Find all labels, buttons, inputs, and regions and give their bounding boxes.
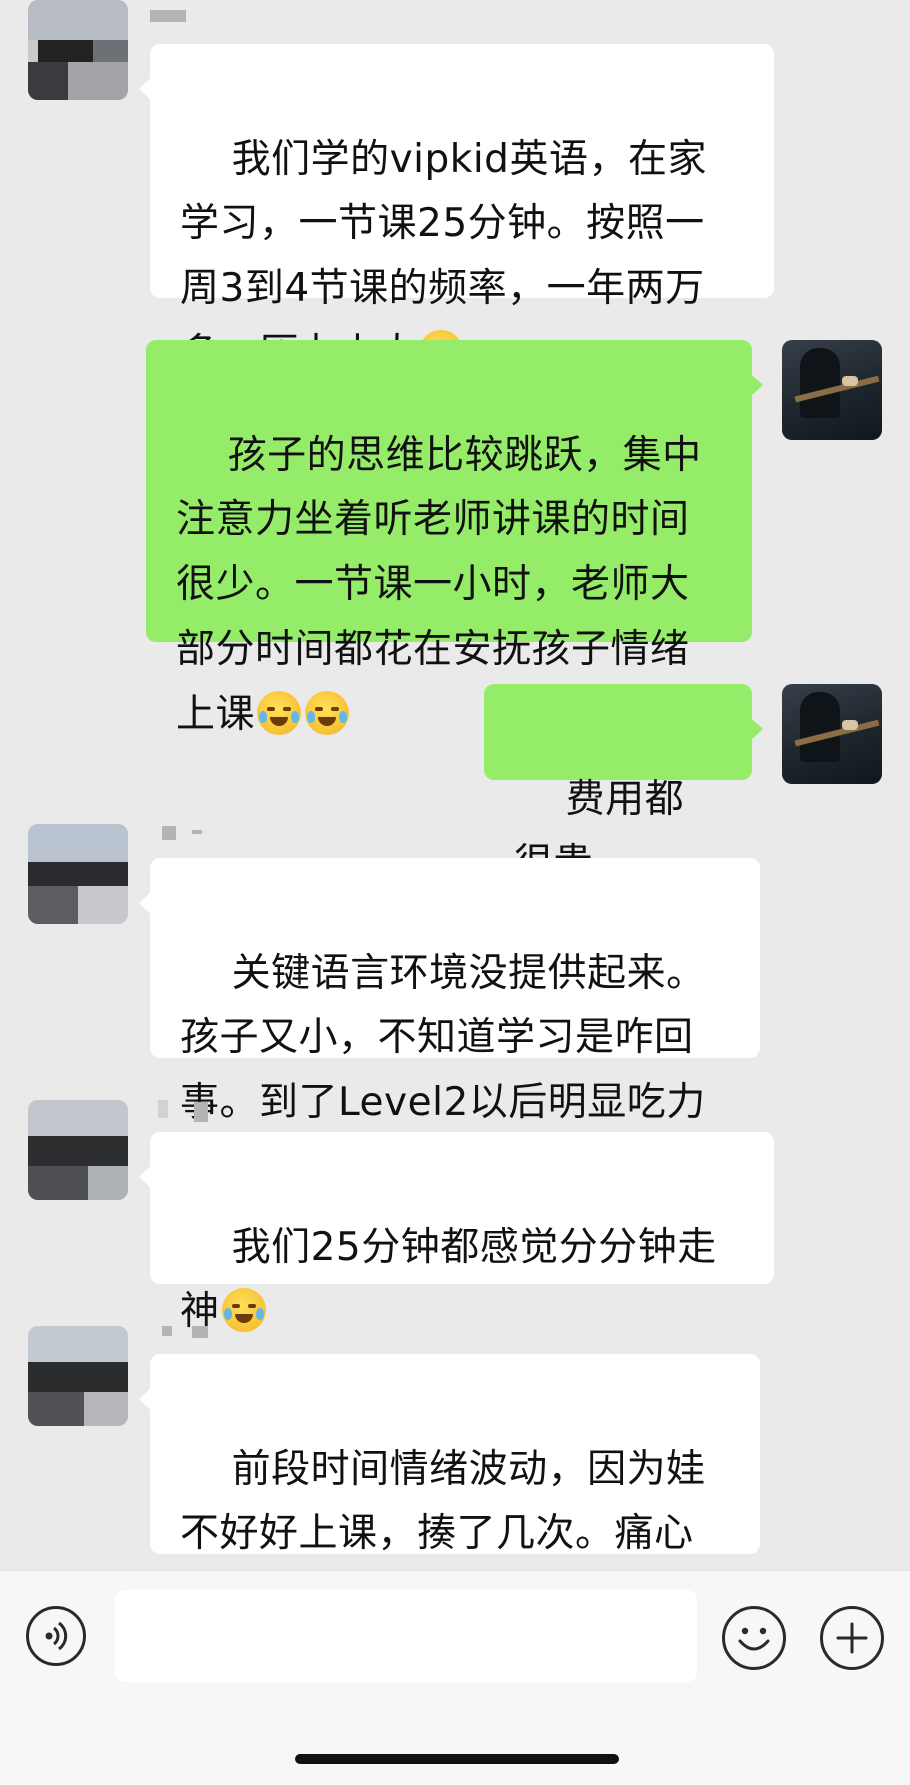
emoji-icon[interactable] <box>722 1606 786 1670</box>
sender-avatar[interactable] <box>28 1100 128 1200</box>
chat-area: 我们学的vipkid英语，在家学习，一节课25分钟。按照一周3到4节课的频率，一… <box>0 0 910 1621</box>
message-text: 关键语言环境没提供起来。孩子又小，不知道学习是咋回事。到了Level2以后明显吃… <box>180 950 706 1126</box>
voice-icon[interactable] <box>26 1606 86 1666</box>
message-bubble[interactable]: 费用都很贵 <box>484 684 763 886</box>
crying-emoji-icon <box>221 1288 266 1333</box>
sender-avatar[interactable] <box>28 0 128 100</box>
sender-avatar[interactable] <box>28 1326 128 1426</box>
sender-avatar[interactable] <box>28 824 128 924</box>
message-bubble[interactable]: 关键语言环境没提供起来。孩子又小，不知道学习是咋回事。到了Level2以后明显吃… <box>139 858 760 1125</box>
message-bubble[interactable]: 孩子的思维比较跳跃，集中注意力坐着听老师讲课的时间很少。一节课一小时，老师大部分… <box>146 340 763 737</box>
self-avatar[interactable] <box>782 684 882 784</box>
home-indicator[interactable] <box>295 1754 619 1764</box>
crying-emoji-icon <box>305 690 350 735</box>
crying-emoji-icon <box>257 690 302 735</box>
self-avatar[interactable] <box>782 340 882 440</box>
message-bubble[interactable]: 前段时间情绪波动，因为娃不好好上课，揍了几次。痛心之下退费。再寻别的方法吧 <box>139 1354 760 1621</box>
message-input[interactable] <box>115 1590 697 1682</box>
message-bubble[interactable]: 我们学的vipkid英语，在家学习，一节课25分钟。按照一周3到4节课的频率，一… <box>139 44 774 376</box>
plus-icon[interactable] <box>820 1606 884 1670</box>
message-bubble[interactable]: 我们25分钟都感觉分分钟走神 <box>139 1132 774 1334</box>
